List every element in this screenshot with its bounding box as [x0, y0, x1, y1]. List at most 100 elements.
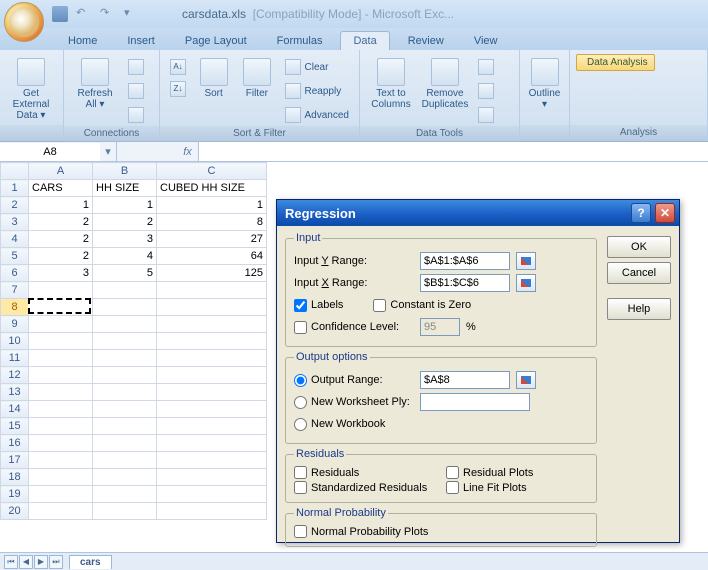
office-button[interactable] [4, 2, 44, 42]
row-header-18[interactable]: 18 [1, 469, 29, 486]
cell[interactable]: 2 [93, 214, 157, 231]
cell[interactable] [157, 435, 267, 452]
row-header-11[interactable]: 11 [1, 350, 29, 367]
constant-zero-checkbox[interactable] [373, 299, 386, 312]
col-header-A[interactable]: A [29, 163, 93, 180]
new-worksheet-input[interactable] [420, 393, 530, 411]
cell[interactable] [93, 316, 157, 333]
row-header-20[interactable]: 20 [1, 503, 29, 520]
connections-button[interactable] [124, 56, 148, 78]
new-worksheet-radio[interactable] [294, 396, 307, 409]
cell[interactable] [29, 367, 93, 384]
name-box[interactable] [0, 143, 100, 161]
cell[interactable] [157, 469, 267, 486]
row-header-4[interactable]: 4 [1, 231, 29, 248]
cell[interactable] [157, 452, 267, 469]
cell[interactable]: 3 [29, 265, 93, 282]
row-header-14[interactable]: 14 [1, 401, 29, 418]
whatif-button[interactable] [474, 104, 498, 126]
sort-button[interactable]: Sort [194, 56, 233, 99]
tab-formulas[interactable]: Formulas [265, 32, 335, 50]
qat-dropdown-icon[interactable]: ▾ [124, 6, 132, 22]
select-all-corner[interactable] [1, 163, 29, 180]
residual-plots-checkbox[interactable] [446, 466, 459, 479]
cancel-button[interactable]: Cancel [607, 262, 671, 284]
cell[interactable]: 27 [157, 231, 267, 248]
cell[interactable] [29, 401, 93, 418]
dialog-help-icon[interactable]: ? [631, 203, 651, 223]
std-residuals-checkbox[interactable] [294, 481, 307, 494]
cell[interactable]: 2 [29, 214, 93, 231]
row-header-7[interactable]: 7 [1, 282, 29, 299]
sheet-nav-prev-icon[interactable]: ◀ [19, 555, 33, 569]
cell[interactable] [157, 418, 267, 435]
remove-duplicates-button[interactable]: Remove Duplicates [420, 56, 470, 110]
refresh-all-button[interactable]: Refresh All ▾ [70, 56, 120, 110]
get-external-data-button[interactable]: Get External Data ▾ [6, 56, 56, 121]
tab-view[interactable]: View [462, 32, 510, 50]
row-header-10[interactable]: 10 [1, 333, 29, 350]
tab-data[interactable]: Data [340, 31, 389, 50]
cell[interactable] [93, 350, 157, 367]
help-button[interactable]: Help [607, 298, 671, 320]
cell[interactable] [29, 486, 93, 503]
normal-prob-checkbox[interactable] [294, 525, 307, 538]
cell[interactable] [29, 418, 93, 435]
cell[interactable] [93, 452, 157, 469]
cell[interactable] [157, 384, 267, 401]
cell[interactable] [29, 435, 93, 452]
text-to-columns-button[interactable]: Text to Columns [366, 56, 416, 110]
output-range-input[interactable] [420, 371, 510, 389]
outline-button[interactable]: Outline ▾ [526, 56, 563, 110]
cell[interactable] [29, 469, 93, 486]
data-analysis-button[interactable]: Data Analysis [576, 54, 655, 71]
cell[interactable] [157, 350, 267, 367]
ok-button[interactable]: OK [607, 236, 671, 258]
residuals-checkbox[interactable] [294, 466, 307, 479]
tab-page-layout[interactable]: Page Layout [173, 32, 259, 50]
cell[interactable] [93, 282, 157, 299]
cell[interactable] [29, 350, 93, 367]
cell[interactable] [157, 299, 267, 316]
namebox-dropdown-icon[interactable]: ▾ [100, 145, 116, 158]
cell[interactable] [93, 333, 157, 350]
cell[interactable] [93, 418, 157, 435]
confidence-checkbox[interactable] [294, 321, 307, 334]
cell[interactable]: 4 [93, 248, 157, 265]
cell[interactable]: 3 [93, 231, 157, 248]
cell[interactable] [93, 503, 157, 520]
sort-za-button[interactable]: Z↓ [166, 78, 190, 100]
undo-icon[interactable]: ↶ [76, 6, 92, 22]
edit-links-button[interactable] [124, 104, 148, 126]
new-workbook-radio[interactable] [294, 418, 307, 431]
cell[interactable]: 1 [29, 197, 93, 214]
row-header-6[interactable]: 6 [1, 265, 29, 282]
row-header-19[interactable]: 19 [1, 486, 29, 503]
cell[interactable] [157, 333, 267, 350]
save-icon[interactable] [52, 6, 68, 22]
row-header-17[interactable]: 17 [1, 452, 29, 469]
labels-checkbox[interactable] [294, 299, 307, 312]
cell[interactable] [29, 503, 93, 520]
cell[interactable] [29, 316, 93, 333]
formula-input[interactable] [199, 142, 708, 161]
row-header-3[interactable]: 3 [1, 214, 29, 231]
cell[interactable] [93, 469, 157, 486]
row-header-9[interactable]: 9 [1, 316, 29, 333]
properties-button[interactable] [124, 80, 148, 102]
cell[interactable]: 64 [157, 248, 267, 265]
cell[interactable] [29, 299, 93, 316]
fx-icon[interactable]: fx [177, 142, 199, 161]
cell[interactable]: 2 [29, 248, 93, 265]
cell[interactable]: 8 [157, 214, 267, 231]
input-x-range[interactable] [420, 274, 510, 292]
cell[interactable] [93, 384, 157, 401]
input-y-range[interactable] [420, 252, 510, 270]
cell[interactable] [157, 367, 267, 384]
cell[interactable] [93, 299, 157, 316]
cell[interactable]: CUBED HH SIZE [157, 180, 267, 197]
cell[interactable]: 1 [93, 197, 157, 214]
row-header-13[interactable]: 13 [1, 384, 29, 401]
x-range-ref-button[interactable] [516, 274, 536, 292]
clear-button[interactable]: Clear [281, 56, 353, 78]
